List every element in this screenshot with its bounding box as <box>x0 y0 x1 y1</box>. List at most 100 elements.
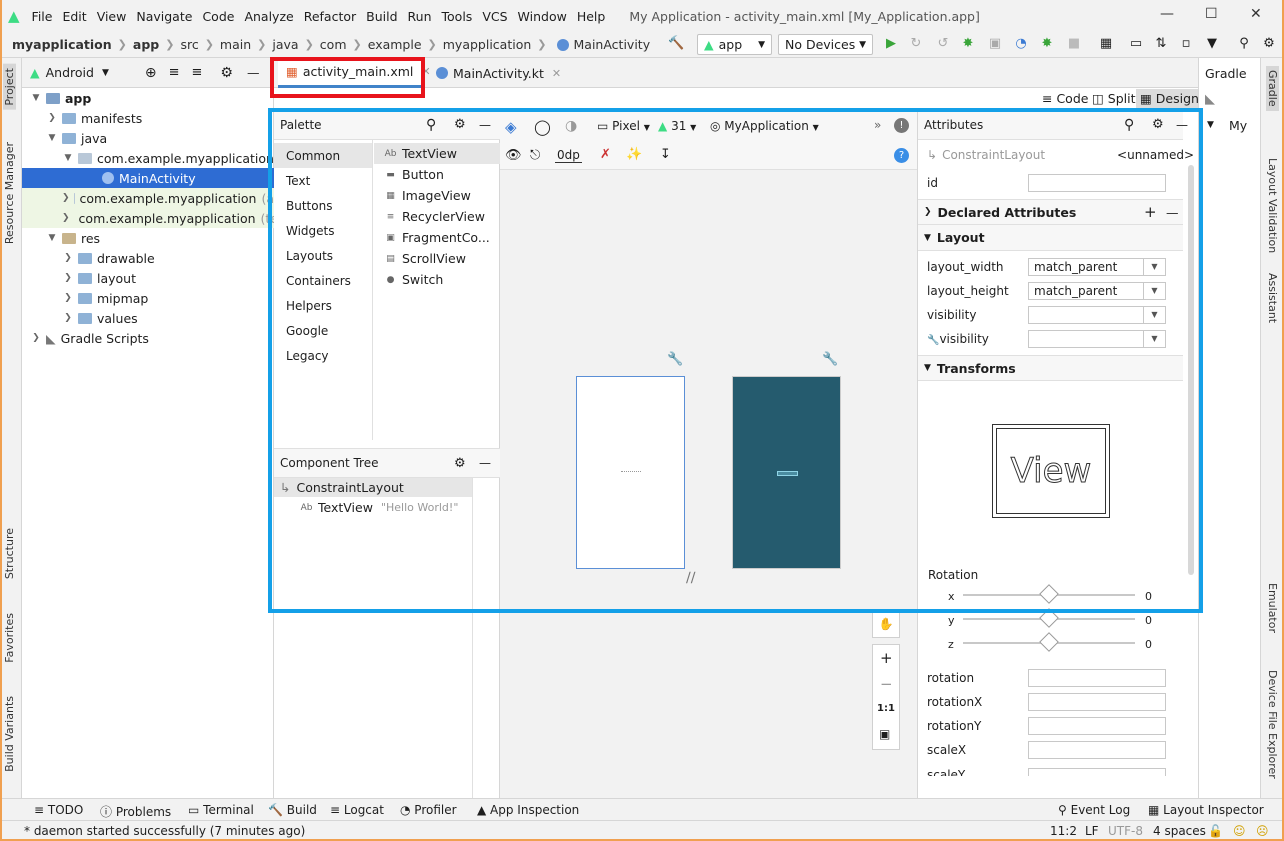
close-tab-icon[interactable]: ✕ <box>552 67 561 80</box>
layout-inspector-tool-button[interactable]: ▦ Layout Inspector <box>1148 803 1264 817</box>
smiley-sad-icon[interactable]: ☹ <box>1256 824 1269 838</box>
menu-file[interactable]: File <box>32 9 53 24</box>
scaley-input[interactable] <box>1028 768 1166 776</box>
menu-analyze[interactable]: Analyze <box>244 9 293 24</box>
tree-item-package-test[interactable]: ❯com.example.myapplication(te <box>22 208 274 228</box>
crumb-java[interactable]: java <box>272 37 298 52</box>
build-tool-button[interactable]: 🔨 Build <box>268 803 317 817</box>
gradle-elephant-icon[interactable]: ◣ <box>1205 92 1215 107</box>
todo-tool-button[interactable]: ≡ TODO <box>34 803 83 817</box>
code-mode-button[interactable]: ≡ Code <box>1042 91 1088 106</box>
design-mode-button[interactable]: ▦ Design <box>1136 89 1203 109</box>
crumb-project[interactable]: myapplication <box>12 37 112 52</box>
crumb-module[interactable]: app <box>133 37 159 52</box>
gradle-tool-button[interactable]: Gradle <box>1266 66 1279 111</box>
tree-item-res[interactable]: ▼ res <box>22 228 274 248</box>
smiley-happy-icon[interactable]: ☺ <box>1233 824 1246 838</box>
maximize-icon[interactable]: ☐ <box>1205 6 1218 22</box>
menu-vcs[interactable]: VCS <box>482 9 507 24</box>
sdk-manager-icon[interactable]: ▼ <box>1204 36 1220 52</box>
menu-code[interactable]: Code <box>202 9 234 24</box>
terminal-tool-button[interactable]: ▭ Terminal <box>188 803 254 817</box>
menu-view[interactable]: View <box>97 9 127 24</box>
apply-changes-icon[interactable]: ↺ <box>935 36 951 52</box>
collapse-all-icon[interactable]: ≡ <box>192 65 203 80</box>
tree-item-package-android-test[interactable]: ❯ com.example.myapplication (a <box>22 188 274 208</box>
line-separator[interactable]: LF <box>1085 824 1099 838</box>
actual-size-icon[interactable]: 1:1 <box>877 703 895 714</box>
indent-setting[interactable]: 4 spaces <box>1153 824 1206 838</box>
hide-pane-icon[interactable]: — <box>247 65 260 80</box>
structure-tool-button[interactable]: Structure <box>3 528 16 579</box>
event-log-tool-button[interactable]: ⚲ Event Log <box>1058 803 1130 817</box>
logcat-tool-button[interactable]: ≡ Logcat <box>330 803 384 817</box>
app-inspection-tool-button[interactable]: ▲ App Inspection <box>477 803 579 817</box>
expand-all-icon[interactable]: ≡ <box>169 65 180 80</box>
gear-icon[interactable]: ⚙ <box>220 65 233 81</box>
tree-item-mainactivity[interactable]: MainActivity <box>22 168 274 188</box>
project-view-select[interactable]: Android <box>46 65 94 80</box>
profiler-tool-button[interactable]: ◔ Profiler <box>400 803 457 817</box>
menu-tools[interactable]: Tools <box>442 9 473 24</box>
build-variants-tool-button[interactable]: Build Variants <box>3 696 16 772</box>
file-encoding[interactable]: UTF-8 <box>1108 824 1143 838</box>
tree-item-app[interactable]: ▼ app <box>22 88 274 108</box>
tab-mainactivity-kt[interactable]: MainActivity.kt ✕ <box>424 58 569 88</box>
rotationx-input[interactable] <box>1028 693 1166 711</box>
status-message[interactable]: * daemon started successfully (7 minutes… <box>24 824 305 838</box>
tree-item-java[interactable]: ▼ java <box>22 128 274 148</box>
lock-icon[interactable]: 🔓 <box>1208 824 1223 838</box>
crumb-myapplication[interactable]: myapplication <box>443 37 532 52</box>
menu-navigate[interactable]: Navigate <box>136 9 192 24</box>
layout-validation-tool-button[interactable]: Layout Validation <box>1266 158 1279 253</box>
scalex-input[interactable] <box>1028 741 1166 759</box>
problems-tool-button[interactable]: ⓘ Problems <box>100 803 171 820</box>
sync-gradle-icon[interactable]: ⇅ <box>1153 36 1169 52</box>
device-manager-icon[interactable]: ▫ <box>1178 36 1194 52</box>
menu-run[interactable]: Run <box>408 9 432 24</box>
crumb-src[interactable]: src <box>180 37 198 52</box>
hammer-icon[interactable]: 🔨 <box>668 36 684 52</box>
run-icon[interactable]: ▶ <box>883 36 899 52</box>
caret-position[interactable]: 11:2 <box>1050 824 1077 838</box>
tree-item-mipmap[interactable]: ❯ mipmap <box>22 288 274 308</box>
tree-item-values[interactable]: ❯ values <box>22 308 274 328</box>
assistant-tool-button[interactable]: Assistant <box>1266 273 1279 323</box>
gradle-project-item[interactable]: My <box>1229 118 1247 133</box>
menu-refactor[interactable]: Refactor <box>304 9 356 24</box>
profile-icon[interactable]: ◔ <box>1013 36 1029 52</box>
settings-icon[interactable]: ⚙ <box>1261 36 1277 52</box>
minimize-icon[interactable]: — <box>1160 6 1174 22</box>
debug-icon[interactable]: ✸ <box>960 36 976 52</box>
tree-item-gradle-scripts[interactable]: ❯ ◣ Gradle Scripts <box>22 328 274 348</box>
coverage-icon[interactable]: ▣ <box>987 36 1003 52</box>
attach-debugger-icon[interactable]: ✸ <box>1039 36 1055 52</box>
avd-manager-icon[interactable]: ▭ <box>1128 36 1144 52</box>
device-file-explorer-tool-button[interactable]: Device File Explorer <box>1266 670 1279 779</box>
zoom-in-icon[interactable]: + <box>880 649 893 667</box>
search-everywhere-icon[interactable]: ⚲ <box>1236 36 1252 52</box>
locate-icon[interactable]: ⊕ <box>145 65 157 81</box>
device-select[interactable]: No Devices ▼ <box>778 34 873 55</box>
menu-edit[interactable]: Edit <box>62 9 86 24</box>
tree-item-layout[interactable]: ❯ layout <box>22 268 274 288</box>
run-config-select[interactable]: ▲ app ▼ <box>697 34 772 55</box>
project-structure-icon[interactable]: ▦ <box>1098 36 1114 52</box>
stop-icon[interactable]: ■ <box>1066 36 1082 52</box>
rotation-input[interactable] <box>1028 669 1166 687</box>
emulator-tool-button[interactable]: Emulator <box>1266 583 1279 633</box>
menu-help[interactable]: Help <box>577 9 606 24</box>
crumb-main[interactable]: main <box>220 37 251 52</box>
rerun-icon[interactable]: ↻ <box>908 36 924 52</box>
zoom-out-icon[interactable]: − <box>880 675 893 693</box>
favorites-tool-button[interactable]: Favorites <box>3 613 16 663</box>
close-window-icon[interactable]: ✕ <box>1250 6 1262 22</box>
resource-manager-tool-button[interactable]: Resource Manager <box>3 142 16 244</box>
crumb-com[interactable]: com <box>320 37 347 52</box>
crumb-example[interactable]: example <box>368 37 422 52</box>
tree-item-drawable[interactable]: ❯ drawable <box>22 248 274 268</box>
chevron-down-icon[interactable]: ▼ <box>1207 120 1214 130</box>
menu-window[interactable]: Window <box>518 9 567 24</box>
pan-icon[interactable]: ✋ <box>872 610 900 638</box>
tree-item-package[interactable]: ▼ com.example.myapplication <box>22 148 274 168</box>
